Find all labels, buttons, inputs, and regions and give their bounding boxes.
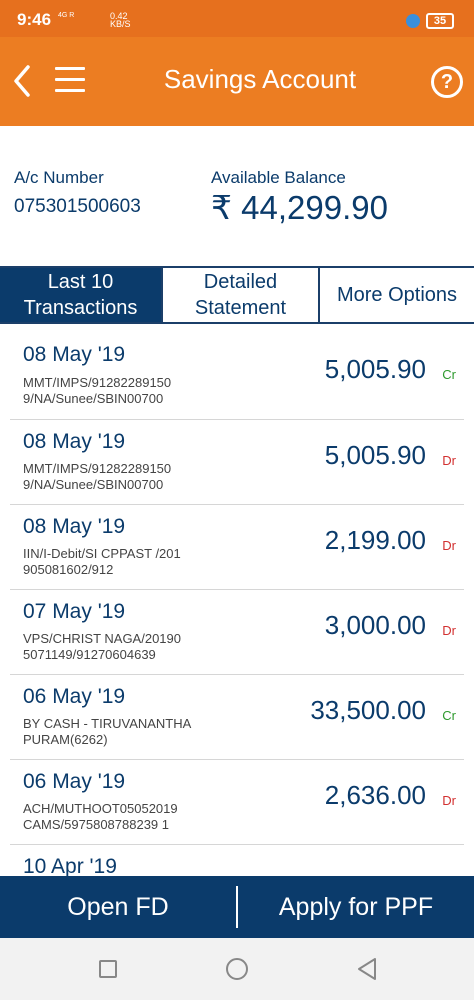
- transaction-type-badge: Cr: [442, 367, 456, 382]
- transaction-description: MMT/IMPS/91282289150 9/NA/Sunee/SBIN0070…: [23, 461, 171, 493]
- transaction-amount: 2,636.00: [324, 780, 426, 810]
- transaction-amount: 5,005.90: [324, 440, 426, 470]
- transaction-row[interactable]: 07 May '19 VPS/CHRIST NAGA/20190 5071149…: [10, 590, 464, 675]
- transaction-type-badge: Dr: [442, 538, 456, 553]
- transaction-amount: 5,005.90: [324, 354, 426, 384]
- signal-icon: 4G R: [58, 12, 75, 19]
- transaction-amount: 2,199.00: [324, 525, 426, 555]
- transaction-description: VPS/CHRIST NAGA/20190 5071149/9127060463…: [23, 631, 181, 663]
- transaction-type-badge: Cr: [442, 708, 456, 723]
- transaction-description-line: IIN/I-Debit/SI CPPAST /201: [23, 546, 181, 561]
- tab-label: More Options: [336, 284, 458, 306]
- transaction-description-line: 9/NA/Sunee/SBIN00700: [23, 391, 164, 406]
- tab-detailed-statement[interactable]: Detailed Statement: [161, 268, 320, 322]
- transaction-amount: 3,000.00: [324, 610, 426, 640]
- tab-label: Detailed: [203, 271, 278, 293]
- transaction-description: IIN/I-Debit/SI CPPAST /201 905081602/912: [23, 546, 181, 578]
- help-icon[interactable]: ?: [431, 66, 463, 98]
- transaction-description: MMT/IMPS/91282289150 9/NA/Sunee/SBIN0070…: [23, 375, 171, 407]
- network-speed: 0.42 KB/S: [110, 12, 131, 29]
- tab-label: Transactions: [23, 297, 138, 319]
- tab-more-options[interactable]: More Options: [320, 268, 474, 322]
- transaction-row[interactable]: 06 May '19 BY CASH - TIRUVANANTHA PURAM(…: [10, 675, 464, 760]
- tab-label: Statement: [194, 297, 287, 319]
- transaction-row[interactable]: 08 May '19 IIN/I-Debit/SI CPPAST /201 90…: [10, 505, 464, 590]
- transaction-description-line: BY CASH - TIRUVANANTHA: [23, 716, 192, 731]
- transaction-date: 08 May '19: [23, 343, 126, 366]
- back-triangle-icon[interactable]: [355, 957, 379, 981]
- transaction-list[interactable]: 08 May '19 MMT/IMPS/91282289150 9/NA/Sun…: [0, 324, 474, 876]
- hamburger-menu-icon[interactable]: [55, 67, 85, 93]
- transaction-description-line: 905081602/912: [23, 562, 114, 577]
- transaction-description: ACH/MUTHOOT05052019 CAMS/5975808788239 1: [23, 801, 178, 833]
- transaction-date: 06 May '19: [23, 770, 126, 793]
- transaction-description-line: ACH/MUTHOOT05052019: [23, 801, 178, 816]
- page-title: Savings Account: [163, 64, 357, 94]
- transaction-date: 08 May '19: [23, 515, 126, 538]
- transaction-type-badge: Dr: [442, 453, 456, 468]
- home-icon[interactable]: [226, 958, 248, 980]
- transaction-description-line: PURAM(6262): [23, 732, 108, 747]
- network-speed-unit: KB/S: [110, 19, 131, 29]
- transaction-amount: 33,500.00: [310, 695, 426, 725]
- recent-apps-icon[interactable]: [99, 960, 117, 978]
- status-time: 9:46: [17, 10, 52, 29]
- available-balance: ₹ 44,299.90: [211, 189, 388, 226]
- balance-label: Available Balance: [211, 168, 346, 187]
- tab-label: Last 10: [47, 271, 114, 293]
- transaction-type-badge: Dr: [442, 623, 456, 638]
- system-nav-bar: [0, 938, 474, 1000]
- back-arrow-icon[interactable]: [8, 59, 38, 103]
- transaction-date: 06 May '19: [23, 685, 126, 708]
- transaction-row[interactable]: 06 May '19 ACH/MUTHOOT05052019 CAMS/5975…: [10, 760, 464, 845]
- tab-last-10-transactions[interactable]: Last 10 Transactions: [0, 268, 161, 322]
- transaction-description-line: MMT/IMPS/91282289150: [23, 461, 172, 476]
- transaction-description-line: MMT/IMPS/91282289150: [23, 375, 172, 390]
- transaction-row[interactable]: 08 May '19 MMT/IMPS/91282289150 9/NA/Sun…: [10, 420, 464, 505]
- transaction-description: BY CASH - TIRUVANANTHA PURAM(6262): [23, 716, 191, 748]
- transaction-description-line: CAMS/5975808788239 1: [23, 817, 170, 832]
- action-bar: Open FD Apply for PPF: [0, 876, 474, 938]
- app-header: Savings Account ?: [0, 37, 474, 126]
- account-summary: A/c Number 075301500603 Available Balanc…: [0, 126, 474, 266]
- shield-icon: [406, 14, 420, 28]
- transaction-description-line: 9/NA/Sunee/SBIN00700: [23, 477, 164, 492]
- transaction-date: 07 May '19: [23, 600, 126, 623]
- transaction-type-badge: Dr: [442, 793, 456, 808]
- open-fd-button[interactable]: Open FD: [0, 893, 236, 922]
- battery-icon: 35: [426, 13, 454, 29]
- account-number: 075301500603: [14, 196, 141, 217]
- apply-ppf-button[interactable]: Apply for PPF: [238, 893, 474, 922]
- transaction-description-line: VPS/CHRIST NAGA/20190: [23, 631, 181, 646]
- status-bar: 9:46 4G R 0.42 KB/S 35: [0, 0, 474, 37]
- transaction-date: 08 May '19: [23, 430, 126, 453]
- transaction-row[interactable]: 08 May '19 MMT/IMPS/91282289150 9/NA/Sun…: [10, 324, 464, 420]
- account-number-label: A/c Number: [14, 168, 104, 187]
- tab-bar: Last 10 Transactions Detailed Statement …: [0, 266, 474, 324]
- transaction-date: 10 Apr '19: [23, 855, 117, 876]
- transaction-row[interactable]: 10 Apr '19: [10, 845, 464, 876]
- transaction-description-line: 5071149/91270604639: [23, 647, 156, 662]
